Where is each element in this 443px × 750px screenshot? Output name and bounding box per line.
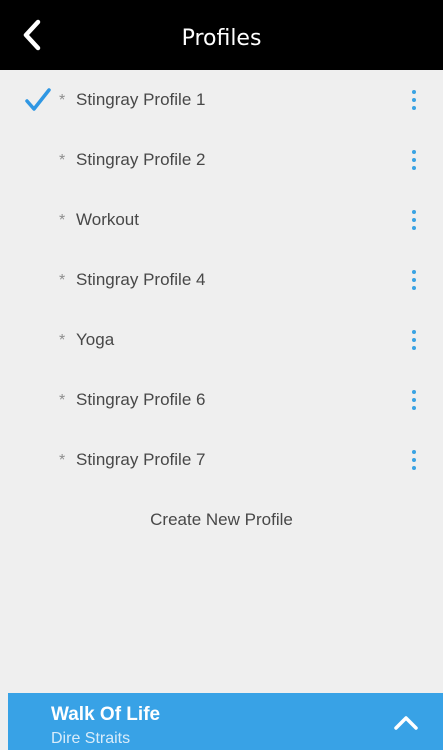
more-options-button[interactable]	[400, 82, 428, 118]
page-title: Profiles	[181, 26, 262, 51]
bullet-icon: *	[59, 92, 66, 109]
bullet-icon: *	[59, 152, 66, 169]
more-options-button[interactable]	[400, 142, 428, 178]
profile-row[interactable]: * Stingray Profile 6	[0, 370, 443, 430]
profile-name: Workout	[76, 210, 139, 229]
more-vertical-icon	[412, 90, 416, 94]
more-vertical-icon	[412, 390, 416, 394]
create-new-profile-button[interactable]: Create New Profile	[0, 490, 443, 550]
profile-name: Stingray Profile 6	[76, 390, 206, 409]
profile-row[interactable]: * Stingray Profile 1	[0, 70, 443, 130]
more-vertical-icon	[412, 270, 416, 274]
profile-row[interactable]: * Yoga	[0, 310, 443, 370]
more-options-button[interactable]	[400, 322, 428, 358]
expand-player-button[interactable]	[386, 705, 426, 741]
profile-name: Stingray Profile 1	[76, 90, 206, 109]
track-title: Walk Of Life	[51, 704, 161, 725]
track-artist: Dire Straits	[51, 730, 131, 747]
checkmark-icon	[25, 88, 51, 111]
profile-name: Stingray Profile 2	[76, 150, 206, 169]
profile-name: Yoga	[76, 330, 115, 349]
now-playing-bar[interactable]: Walk Of Life Dire Straits	[8, 693, 443, 750]
bullet-icon: *	[59, 332, 66, 349]
more-options-button[interactable]	[400, 442, 428, 478]
more-vertical-icon	[412, 150, 416, 154]
more-options-button[interactable]	[400, 262, 428, 298]
profile-list: * Stingray Profile 1 * Stingray Profile …	[0, 70, 443, 490]
bullet-icon: *	[59, 272, 66, 289]
profile-name: Stingray Profile 7	[76, 450, 206, 469]
bullet-icon: *	[59, 452, 66, 469]
more-options-button[interactable]	[400, 202, 428, 238]
profile-name: Stingray Profile 4	[76, 270, 206, 289]
profile-row[interactable]: * Stingray Profile 4	[0, 250, 443, 310]
more-options-button[interactable]	[400, 382, 428, 418]
more-vertical-icon	[412, 450, 416, 454]
top-bar: Profiles	[0, 0, 443, 70]
bullet-icon: *	[59, 212, 66, 229]
profile-row[interactable]: * Workout	[0, 190, 443, 250]
chevron-up-icon	[394, 716, 418, 730]
bullet-icon: *	[59, 392, 66, 409]
profile-row[interactable]: * Stingray Profile 7	[0, 430, 443, 490]
more-vertical-icon	[412, 210, 416, 214]
more-vertical-icon	[412, 330, 416, 334]
profile-row[interactable]: * Stingray Profile 2	[0, 130, 443, 190]
